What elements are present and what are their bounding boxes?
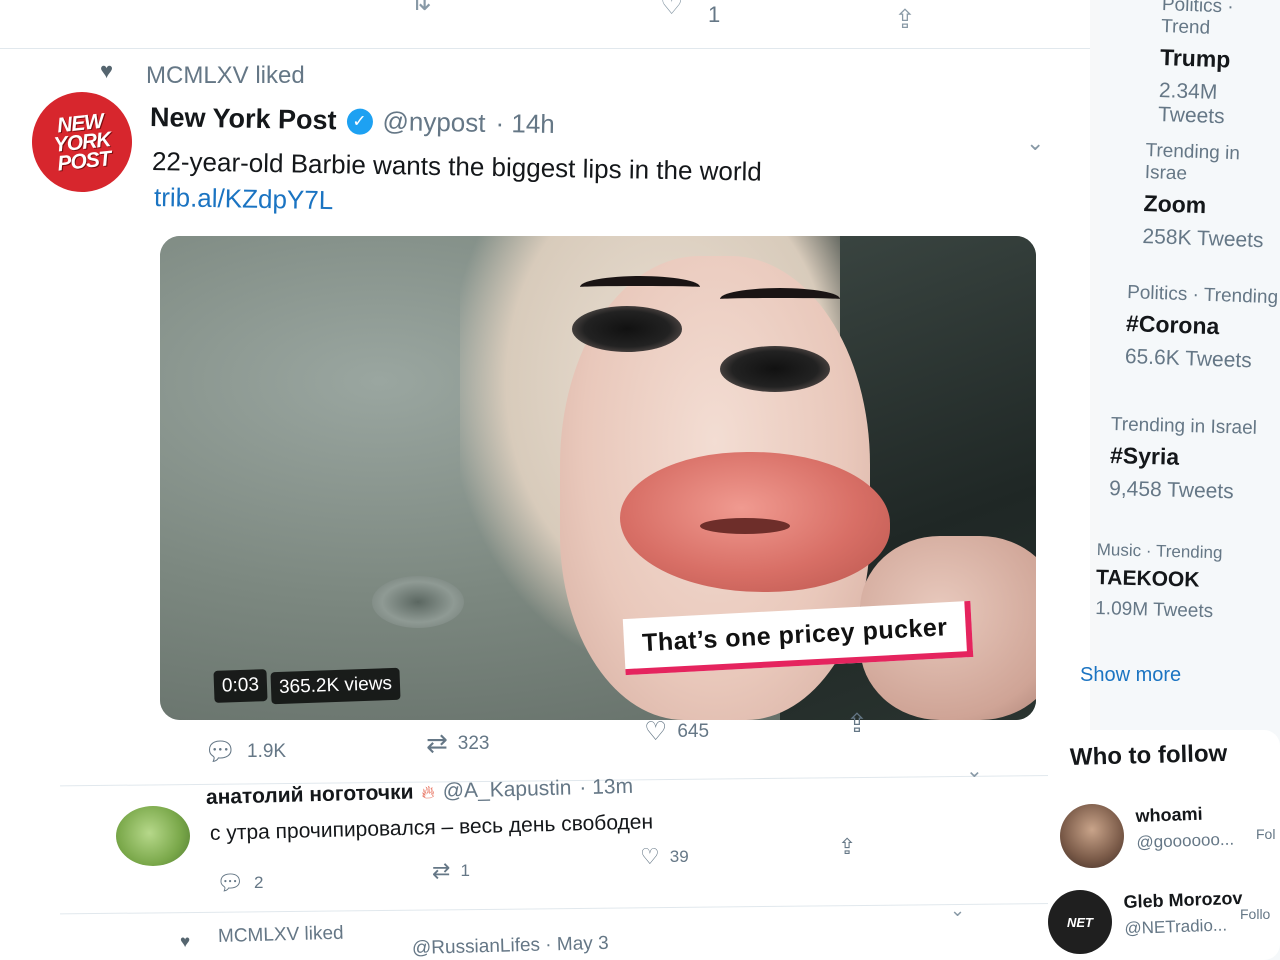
trend-item[interactable]: Politics · Trend Trump 2.34M Tweets [1158, 0, 1280, 131]
reply-author-handle[interactable]: @A_Kapustin [442, 776, 571, 803]
share-icon: ⇪ [846, 708, 868, 738]
liked-heart-icon: ♥ [100, 58, 114, 83]
author-handle[interactable]: @nypost [382, 106, 486, 139]
reply-icon: 💬︎ [216, 870, 244, 895]
prev-like-count: 1 [708, 2, 721, 27]
liked-by-header: MCMLXV liked [146, 62, 305, 89]
follow-name: whoami [1135, 803, 1203, 827]
trend-item[interactable]: Music · Trending TAEKOOK 1.09M Tweets [1095, 540, 1223, 623]
like-button[interactable]: ♡ 645 [644, 716, 709, 747]
reply-button[interactable]: 💬︎ 1.9K [204, 736, 286, 767]
video-eye-left [572, 306, 682, 352]
video-brow-right [720, 288, 840, 310]
prev-like-icon[interactable]: ♡ [660, 0, 683, 21]
next-menu-chevron-icon[interactable]: ⌄ [950, 900, 965, 921]
show-more-link[interactable]: Show more [1080, 664, 1181, 687]
follow-account[interactable]: Gleb Morozov @NETradio... [1123, 888, 1244, 939]
follow-avatar[interactable] [1060, 804, 1124, 868]
prev-share-icon[interactable]: ⇪ [894, 4, 916, 35]
trend-count: 9,458 Tweets [1108, 476, 1234, 504]
author-name[interactable]: New York Post [150, 102, 337, 136]
like-heart-icon: ♡ [644, 716, 668, 746]
follow-name: Gleb Morozov [1123, 887, 1243, 913]
video-eye-right [720, 346, 830, 392]
share-button[interactable]: ⇪ [846, 708, 868, 739]
fire-emoji-icon: 🔥︎ [421, 781, 435, 802]
follow-handle: @goooooo... [1136, 829, 1235, 852]
like2-count: 39 [669, 847, 689, 866]
trend-name: #Syria [1109, 442, 1180, 470]
next-liked-header: MCMLXV liked [217, 922, 344, 947]
tweet-link[interactable]: trib.al/KZdpY7L [154, 182, 334, 216]
net-radio-logo-icon: NET [1067, 914, 1093, 930]
trend-category: Politics · Trend [1160, 0, 1235, 39]
prev-retweet-icon[interactable]: ⇅ [410, 0, 432, 17]
trend-item[interactable]: Trending in Israel #Syria 9,458 Tweets [1109, 414, 1257, 505]
trend-count: 258K Tweets [1142, 224, 1264, 253]
trend-category: Trending in Israel [1110, 414, 1258, 439]
trend-item[interactable]: Trending in Israe Zoom 258K Tweets [1142, 140, 1280, 254]
retweet2-button[interactable]: ⇄ 1 [432, 858, 470, 884]
trend-name: TAEKOOK [1095, 566, 1200, 592]
trend-name: #Corona [1125, 310, 1220, 340]
reply-menu-chevron-icon[interactable]: ⌄ [966, 758, 983, 783]
like-count: 645 [677, 720, 710, 742]
verified-badge-icon: ✓ [346, 107, 373, 135]
tweet-menu-chevron-icon[interactable]: ⌄ [1026, 130, 1044, 156]
like2-button[interactable]: ♡ 39 [640, 844, 689, 870]
trend-name: Trump [1159, 44, 1231, 73]
reply-count: 1.9K [247, 740, 287, 762]
video-views-badge: 365.2K views [270, 667, 401, 705]
retweet2-count: 1 [460, 861, 470, 880]
reply2-button[interactable]: 💬︎ 2 [216, 870, 263, 896]
divider [0, 48, 1090, 49]
reply2-count: 2 [253, 873, 264, 892]
trend-name: Zoom [1143, 190, 1207, 219]
retweet-icon: ⇄ [426, 728, 448, 758]
share2-button[interactable]: ⇪ [838, 834, 856, 860]
who-to-follow-title: Who to follow [1069, 739, 1228, 771]
trend-category: Politics · Trending [1126, 282, 1279, 309]
trend-item[interactable]: Politics · Trending #Corona 65.6K Tweets [1124, 282, 1279, 374]
follow-handle: @NETradio... [1124, 915, 1228, 938]
liked-heart-icon: ♥ [180, 932, 191, 951]
follow-account[interactable]: whoami @goooooo... [1135, 803, 1234, 853]
follow-avatar[interactable]: NET [1048, 890, 1112, 954]
video-lip-line [700, 518, 790, 534]
retweet-button[interactable]: ⇄ 323 [426, 728, 490, 759]
video-caption-text: That’s one pricey pucker [641, 612, 949, 657]
share-icon: ⇪ [838, 834, 857, 859]
retweet-count: 323 [457, 732, 490, 754]
retweet-icon: ⇄ [432, 858, 451, 883]
user-avatar[interactable] [116, 806, 190, 866]
tweet-time[interactable]: · 14h [495, 108, 555, 140]
reply-icon: 💬︎ [204, 736, 238, 766]
follow-button[interactable]: Fol [1256, 826, 1275, 842]
trend-category: Music · Trending [1096, 540, 1223, 563]
trend-category: Trending in Israe [1144, 140, 1241, 185]
trend-count: 1.09M Tweets [1094, 597, 1214, 623]
like-heart-icon: ♡ [640, 844, 660, 869]
follow-button[interactable]: Follo [1240, 906, 1270, 922]
reply-tweet-time[interactable]: · 13m [579, 775, 633, 800]
video-brow-left [580, 276, 700, 298]
ceiling-light [372, 576, 464, 628]
trend-count: 2.34M Tweets [1157, 78, 1226, 129]
nypost-logo-text: NEW YORK POST [52, 109, 112, 176]
video-time-badge: 0:03 [213, 669, 268, 703]
